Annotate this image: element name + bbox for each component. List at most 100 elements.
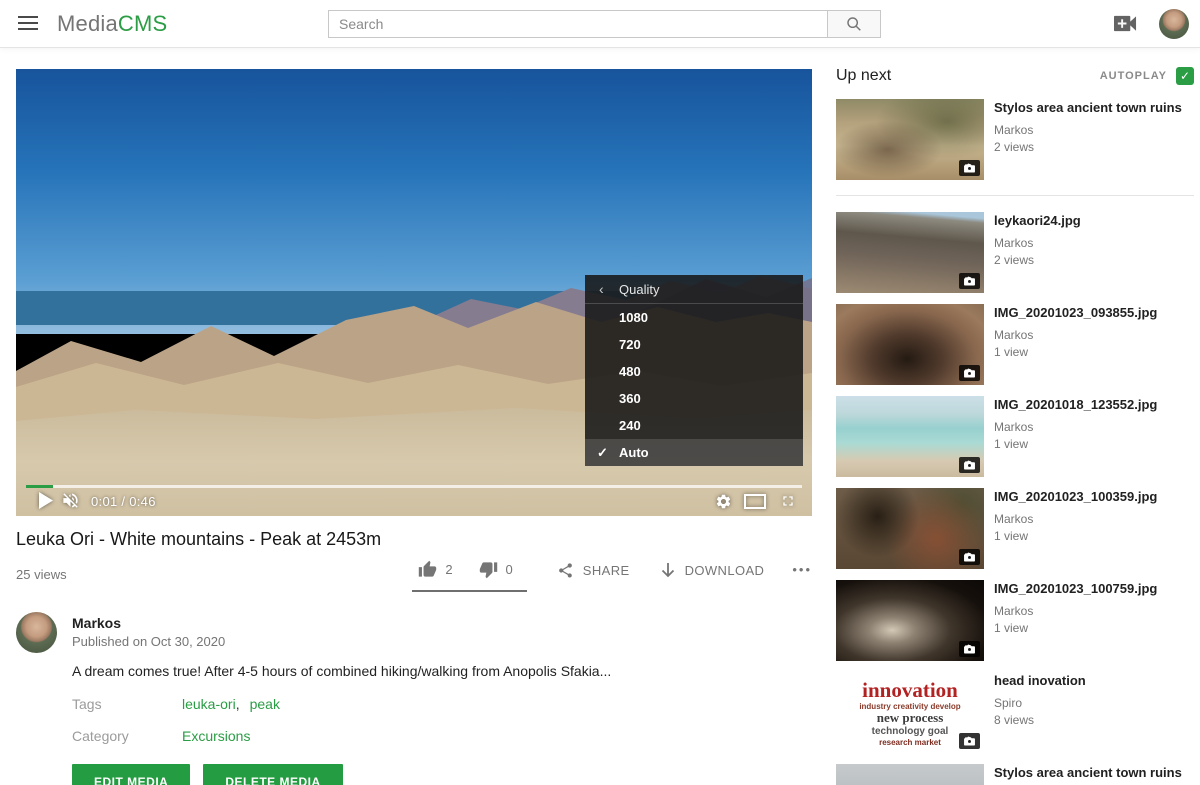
download-button[interactable]: DOWNLOAD — [660, 556, 765, 579]
up-next-item[interactable]: IMG_20201023_100759.jpg Markos 1 view — [836, 580, 1194, 661]
tag-link-leuka-ori[interactable]: leuka-ori — [182, 696, 236, 712]
item-views: 1 view — [994, 437, 1157, 451]
edit-media-button[interactable]: EDIT MEDIA — [72, 764, 190, 785]
quality-option-480[interactable]: 480 — [585, 358, 803, 385]
quality-option-auto-label: Auto — [619, 445, 649, 460]
media-description: A dream comes true! After 4-5 hours of c… — [72, 663, 611, 679]
autoplay-control: AUTOPLAY ✓ — [1100, 67, 1194, 85]
item-thumbnail[interactable] — [836, 99, 984, 180]
quality-option-720[interactable]: 720 — [585, 331, 803, 358]
up-next-item[interactable]: IMG_20201018_123552.jpg Markos 1 view — [836, 396, 1194, 477]
more-icon: ••• — [792, 562, 812, 577]
item-title[interactable]: IMG_20201023_093855.jpg — [994, 305, 1157, 321]
item-title[interactable]: IMG_20201018_123552.jpg — [994, 397, 1157, 413]
up-next-item[interactable]: innovationindustry creativity developnew… — [836, 672, 1194, 753]
like-count: 2 — [445, 562, 452, 577]
more-options-button[interactable]: ••• — [792, 556, 812, 577]
item-title[interactable]: Stylos area ancient town ruins — [994, 100, 1182, 116]
item-title[interactable]: IMG_20201023_100759.jpg — [994, 581, 1157, 597]
image-badge — [959, 641, 980, 657]
quality-option-1080[interactable]: 1080 — [585, 304, 803, 331]
item-author: Markos — [994, 123, 1182, 137]
theater-mode-icon[interactable] — [744, 494, 766, 509]
up-next-item[interactable]: IMG_20201023_093855.jpg Markos 1 view — [836, 304, 1194, 385]
site-logo[interactable]: MediaCMS — [57, 11, 167, 37]
play-button[interactable] — [38, 492, 53, 509]
camera-icon — [964, 460, 975, 470]
author-avatar[interactable] — [16, 612, 57, 653]
share-button[interactable]: SHARE — [557, 556, 630, 579]
camera-icon — [964, 552, 975, 562]
quality-menu-header[interactable]: ‹ Quality — [585, 275, 803, 304]
quality-option-240[interactable]: 240 — [585, 412, 803, 439]
item-author: Markos — [994, 328, 1157, 342]
up-next-item[interactable]: Stylos area ancient town ruins — [836, 764, 1194, 785]
item-title[interactable]: head inovation — [994, 673, 1086, 689]
user-avatar[interactable] — [1159, 9, 1189, 39]
search-input[interactable] — [328, 10, 827, 38]
item-author: Markos — [994, 512, 1157, 526]
time-display: 0:01 / 0:46 — [91, 494, 156, 509]
like-dislike-group: 2 0 — [412, 556, 526, 592]
fullscreen-icon[interactable] — [780, 493, 796, 509]
share-label: SHARE — [583, 563, 630, 578]
item-views: 1 view — [994, 621, 1157, 635]
category-label: Category — [72, 728, 129, 744]
item-info: IMG_20201018_123552.jpg Markos 1 view — [994, 396, 1157, 477]
item-thumbnail[interactable] — [836, 764, 984, 785]
item-title[interactable]: leykaori24.jpg — [994, 213, 1081, 229]
video-add-icon — [1114, 15, 1137, 32]
tag-link-peak[interactable]: peak — [250, 696, 280, 712]
item-thumbnail[interactable]: innovationindustry creativity developnew… — [836, 672, 984, 753]
up-next-item[interactable]: leykaori24.jpg Markos 2 views — [836, 212, 1194, 293]
like-button[interactable]: 2 — [418, 560, 452, 579]
check-icon: ✓ — [597, 439, 608, 466]
video-player[interactable]: ‹ Quality 1080 720 480 360 240 ✓ Auto 0:… — [16, 69, 812, 516]
item-views: 1 view — [994, 345, 1157, 359]
image-badge — [959, 733, 980, 749]
item-info: leykaori24.jpg Markos 2 views — [994, 212, 1081, 293]
item-info: Stylos area ancient town ruins Markos 2 … — [994, 99, 1182, 180]
category-link[interactable]: Excursions — [182, 728, 250, 744]
media-admin-buttons: EDIT MEDIA DELETE MEDIA — [72, 764, 356, 785]
player-controls: 0:01 / 0:46 — [16, 488, 812, 516]
item-author: Markos — [994, 604, 1157, 618]
dislike-button[interactable]: 0 — [479, 560, 513, 579]
download-label: DOWNLOAD — [685, 563, 765, 578]
item-thumbnail[interactable] — [836, 304, 984, 385]
delete-media-button[interactable]: DELETE MEDIA — [203, 764, 342, 785]
settings-gear-icon[interactable] — [715, 493, 732, 510]
up-next-item[interactable]: Stylos area ancient town ruins Markos 2 … — [836, 99, 1194, 196]
item-thumbnail[interactable] — [836, 580, 984, 661]
thumb-up-icon — [418, 560, 437, 579]
search-icon — [845, 15, 863, 33]
item-thumbnail[interactable] — [836, 488, 984, 569]
item-info: Stylos area ancient town ruins — [994, 764, 1182, 785]
item-thumbnail[interactable] — [836, 212, 984, 293]
camera-icon — [964, 163, 975, 173]
item-author: Markos — [994, 420, 1157, 434]
media-title: Leuka Ori - White mountains - Peak at 24… — [16, 529, 381, 550]
quality-option-360[interactable]: 360 — [585, 385, 803, 412]
item-info: IMG_20201023_100359.jpg Markos 1 view — [994, 488, 1157, 569]
author-name[interactable]: Markos — [72, 615, 121, 631]
item-title[interactable]: Stylos area ancient town ruins — [994, 765, 1182, 781]
volume-muted-icon[interactable] — [60, 491, 81, 510]
menu-icon[interactable] — [18, 16, 38, 32]
download-icon — [660, 562, 676, 579]
search-bar — [328, 10, 881, 38]
camera-icon — [964, 368, 975, 378]
item-thumbnail[interactable] — [836, 396, 984, 477]
item-info: IMG_20201023_100759.jpg Markos 1 view — [994, 580, 1157, 661]
autoplay-checkbox[interactable]: ✓ — [1176, 67, 1194, 85]
check-icon: ✓ — [1180, 69, 1190, 83]
item-title[interactable]: IMG_20201023_100359.jpg — [994, 489, 1157, 505]
up-next-item[interactable]: IMG_20201023_100359.jpg Markos 1 view — [836, 488, 1194, 569]
quality-option-auto[interactable]: ✓ Auto — [585, 439, 803, 466]
item-author: Spiro — [994, 696, 1086, 710]
search-button[interactable] — [827, 10, 881, 38]
autoplay-label: AUTOPLAY — [1100, 70, 1167, 82]
image-badge — [959, 160, 980, 176]
top-bar: MediaCMS — [0, 0, 1200, 48]
upload-media-button[interactable] — [1114, 15, 1137, 37]
